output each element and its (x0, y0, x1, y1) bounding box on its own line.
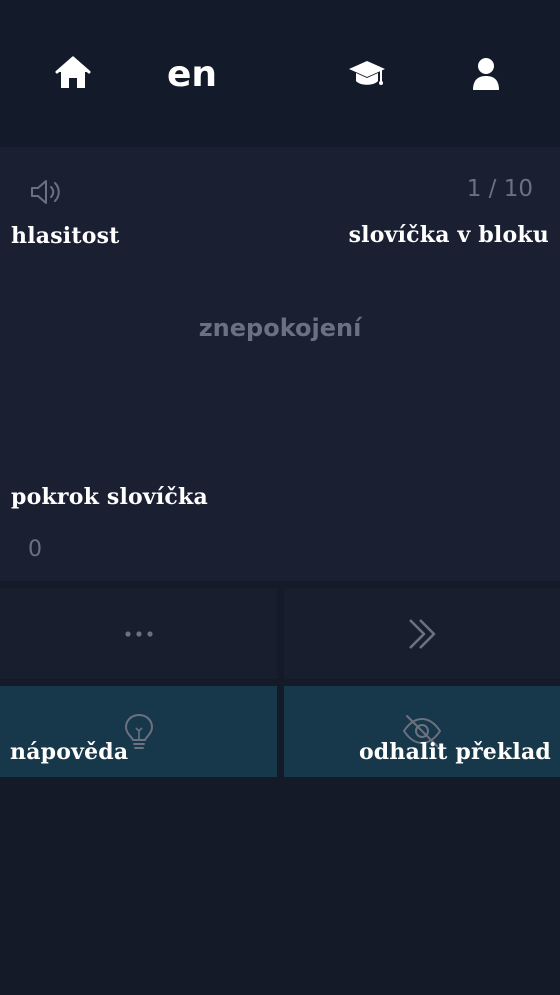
courses-button[interactable] (344, 52, 390, 96)
word-progress-label: pokrok slovíčka (11, 484, 208, 510)
profile-button[interactable] (464, 52, 508, 96)
block-words-label: slovíčka v bloku (348, 222, 549, 248)
home-button[interactable] (50, 50, 96, 96)
lightbulb-icon (124, 713, 154, 749)
word-counter: 1 / 10 (466, 176, 533, 202)
current-word: znepokojení (198, 314, 362, 342)
double-chevron-right-icon (409, 618, 436, 649)
reveal-translation-label: odhalit překlad (358, 739, 551, 765)
more-options-button[interactable] (0, 588, 277, 679)
top-navigation-bar: en (0, 0, 560, 147)
hint-button[interactable]: nápověda (0, 686, 277, 777)
hint-label: nápověda (10, 739, 129, 765)
language-selector[interactable]: en (150, 48, 234, 100)
volume-button[interactable] (24, 175, 68, 209)
home-icon (55, 56, 91, 88)
reveal-translation-button[interactable]: odhalit překlad (284, 686, 560, 777)
volume-label: hlasitost (11, 223, 120, 249)
graduation-cap-icon (349, 61, 385, 85)
user-icon (473, 58, 499, 90)
more-dots-icon (124, 630, 153, 637)
word-progress-value: 0 (28, 537, 42, 562)
word-card: hlasitost 1 / 10 slovíčka v bloku znepok… (0, 147, 560, 581)
speaker-icon (31, 180, 60, 204)
skip-word-button[interactable] (284, 588, 560, 679)
